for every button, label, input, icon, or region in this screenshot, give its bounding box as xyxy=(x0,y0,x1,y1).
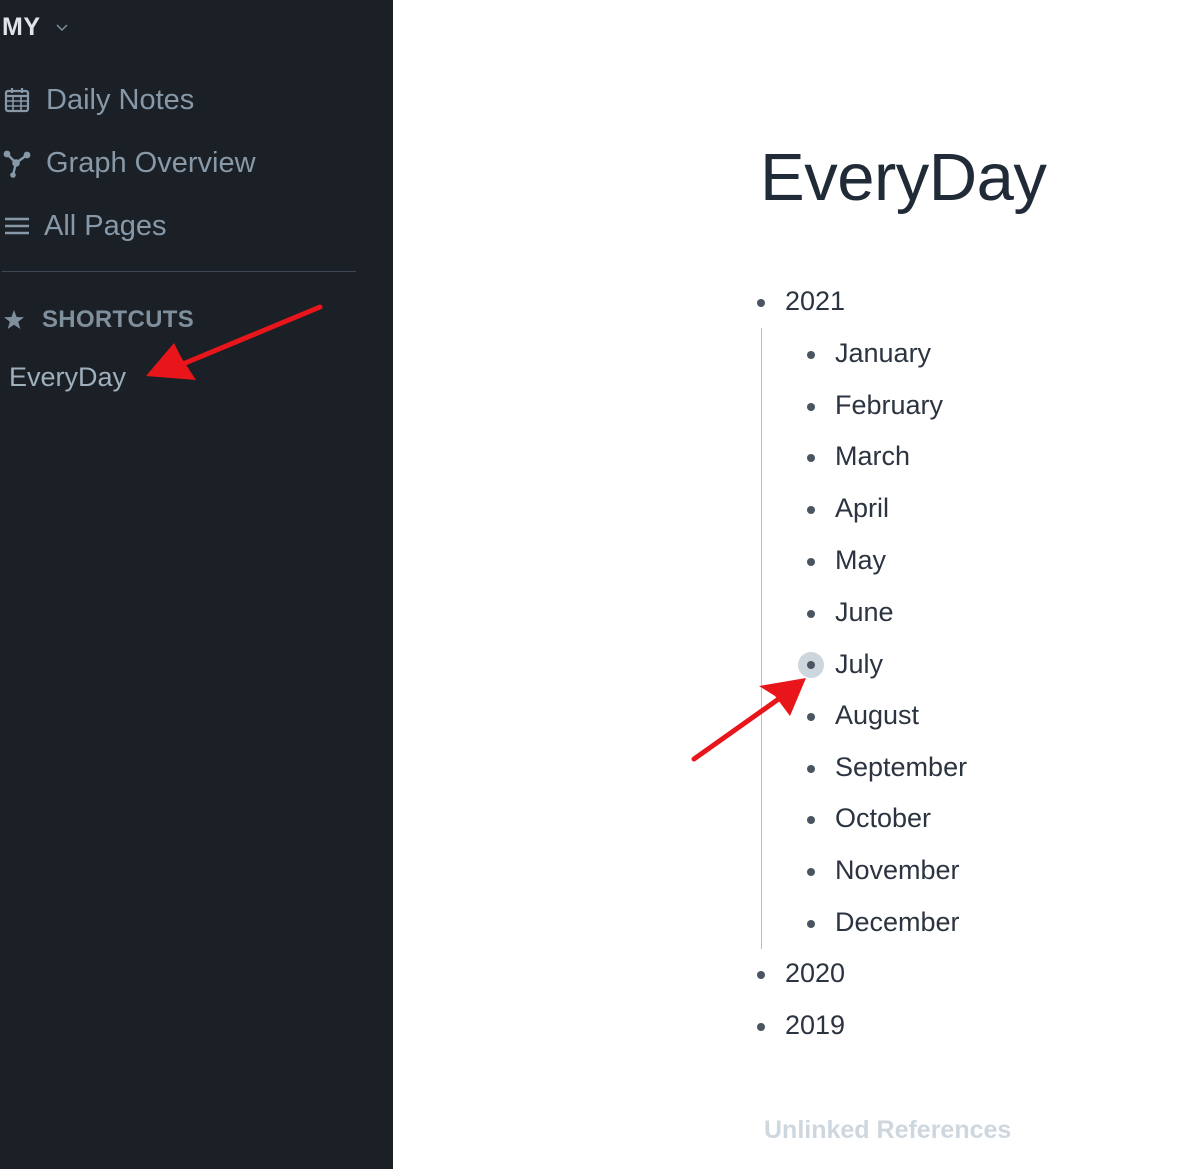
nav-daily-notes-label: Daily Notes xyxy=(46,83,195,116)
nav-graph-overview[interactable]: Graph Overview xyxy=(2,143,256,183)
sidebar-divider xyxy=(2,271,356,272)
chevron-down-icon xyxy=(55,20,69,34)
block-bullet-dot xyxy=(807,661,815,669)
calendar-icon xyxy=(2,85,32,115)
shortcuts-header: SHORTCUTS xyxy=(2,303,194,337)
app-window: MY Daily Notes Graph Overview All Pages … xyxy=(0,0,1200,1169)
block-text[interactable]: 2019 xyxy=(785,1010,845,1041)
block-text[interactable]: September xyxy=(835,752,967,783)
block-bullet[interactable] xyxy=(807,506,815,514)
annotation-arrow-july xyxy=(691,678,806,762)
block-text[interactable]: April xyxy=(835,493,889,524)
workspace-switcher[interactable]: MY xyxy=(2,10,69,44)
block-text[interactable]: December xyxy=(835,907,960,938)
block-text[interactable]: January xyxy=(835,338,931,369)
left-sidebar: MY Daily Notes Graph Overview All Pages … xyxy=(0,0,393,1169)
block-bullet[interactable] xyxy=(807,558,815,566)
shortcuts-label: SHORTCUTS xyxy=(42,306,195,333)
block-text[interactable]: October xyxy=(835,803,931,834)
block-text[interactable]: August xyxy=(835,700,919,731)
page-title[interactable]: EveryDay xyxy=(760,138,1047,218)
graph-icon xyxy=(2,148,32,178)
block-bullet[interactable] xyxy=(757,971,765,979)
block-text[interactable]: March xyxy=(835,441,910,472)
block-text[interactable]: July xyxy=(835,649,883,680)
unlinked-references-toggle[interactable]: Unlinked References xyxy=(764,1116,1011,1145)
block-bullet[interactable] xyxy=(757,299,765,307)
block-bullet[interactable] xyxy=(807,765,815,773)
block-text[interactable]: 2021 xyxy=(785,286,845,317)
block-bullet[interactable] xyxy=(807,351,815,359)
block-text[interactable]: June xyxy=(835,597,894,628)
block-thread-line xyxy=(761,328,762,949)
block-bullet[interactable] xyxy=(807,713,815,721)
shortcut-everyday[interactable]: EveryDay xyxy=(9,358,126,396)
collapsed-block-bullet[interactable] xyxy=(798,652,824,678)
nav-all-pages[interactable]: All Pages xyxy=(2,206,167,246)
star-icon xyxy=(2,308,26,332)
block-text[interactable]: May xyxy=(835,545,886,576)
block-bullet[interactable] xyxy=(807,920,815,928)
block-bullet[interactable] xyxy=(807,403,815,411)
block-bullet[interactable] xyxy=(807,454,815,462)
block-text[interactable]: November xyxy=(835,855,960,886)
block-bullet[interactable] xyxy=(807,610,815,618)
nav-all-pages-label: All Pages xyxy=(44,209,167,242)
block-bullet[interactable] xyxy=(757,1023,765,1031)
block-text[interactable]: February xyxy=(835,390,943,421)
nav-graph-overview-label: Graph Overview xyxy=(46,146,256,179)
block-text[interactable]: 2020 xyxy=(785,958,845,989)
nav-daily-notes[interactable]: Daily Notes xyxy=(2,80,194,120)
list-icon xyxy=(2,211,32,241)
block-bullet[interactable] xyxy=(807,868,815,876)
workspace-name: MY xyxy=(2,12,41,41)
block-bullet[interactable] xyxy=(807,816,815,824)
